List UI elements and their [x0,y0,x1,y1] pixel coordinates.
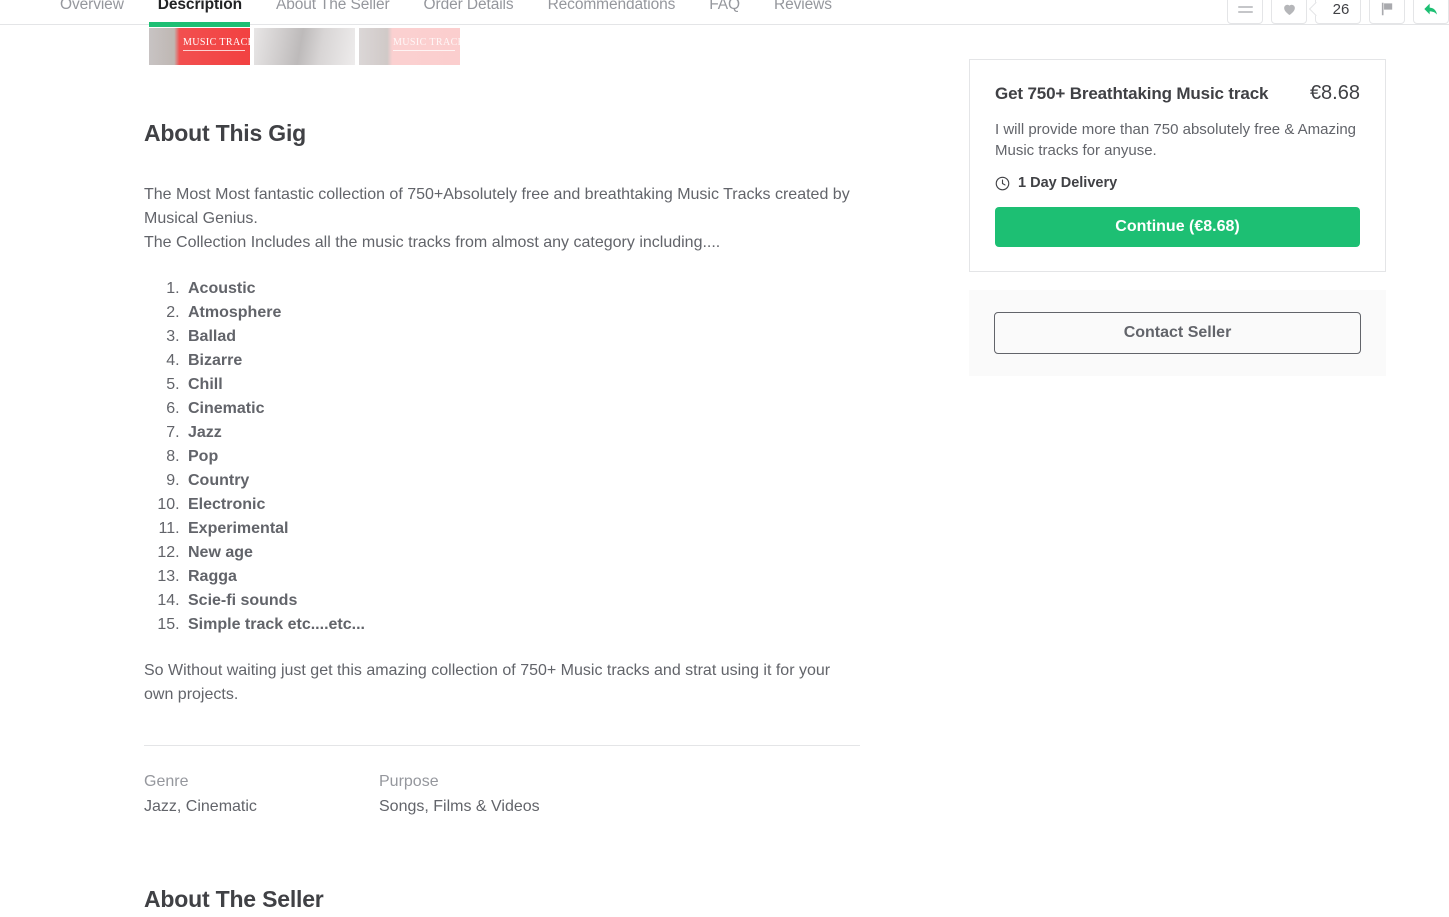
list-item: Pop [184,445,860,469]
menu-button[interactable] [1227,0,1263,24]
list-item: Ragga [184,565,860,589]
offer-description: I will provide more than 750 absolutely … [995,121,1357,159]
continue-button[interactable]: Continue (€8.68) [995,207,1360,247]
active-thumbnail-indicator [149,22,250,27]
list-item: Chill [184,373,860,397]
share-arrow-icon [1424,3,1437,15]
genre-list: Acoustic Atmosphere Ballad Bizarre Chill… [144,277,860,637]
list-item: Cinematic [184,397,860,421]
favorite-button[interactable] [1271,0,1307,24]
metadata-purpose: Purpose Songs, Films & Videos [379,770,614,819]
contact-seller-button[interactable]: Contact Seller [994,312,1361,354]
hamburger-menu-icon [1237,3,1253,16]
top-action-buttons: 26 [1227,0,1449,24]
list-item: Acoustic [184,277,860,301]
thumbnail-3[interactable]: Music Tracks [359,28,460,65]
purpose-value: Songs, Films & Videos [379,798,540,815]
genre-value: Jazz, Cinematic [144,798,257,815]
list-item: Country [184,469,860,493]
purchase-sidebar: Get 750+ Breathtaking Music track €8.68 … [969,59,1386,376]
purpose-label: Purpose [379,773,439,790]
about-the-seller-heading: About The Seller [144,886,324,912]
list-item: New age [184,541,860,565]
gig-description-section: About This Gig The Most Most fantastic c… [144,120,860,819]
list-item: Experimental [184,517,860,541]
list-item: Scie-fi sounds [184,589,860,613]
heart-icon [1283,4,1295,15]
delivery-time-text: 1 Day Delivery [1018,175,1118,191]
page-title: About This Gig [144,120,307,146]
description-intro-line-2: The Collection Includes all the music tr… [144,234,721,251]
list-item: Electronic [184,493,860,517]
tab-faq[interactable]: FAQ [692,0,757,16]
tab-recommendations[interactable]: Recommendations [531,0,693,16]
thumbnail-1[interactable]: Music Tracks [149,28,250,65]
tab-about-the-seller[interactable]: About The Seller [259,0,407,16]
tab-reviews[interactable]: Reviews [757,0,849,16]
thumbnail-1-label: Music Tracks [183,37,250,48]
contact-seller-card: Contact Seller [969,290,1386,376]
offer-header: Get 750+ Breathtaking Music track €8.68 [995,82,1360,105]
offer-card: Get 750+ Breathtaking Music track €8.68 … [969,59,1386,272]
list-item: Jazz [184,421,860,445]
flag-icon [1381,2,1392,16]
tab-overview[interactable]: Overview [60,0,141,16]
delivery-time-row: 1 Day Delivery [995,175,1360,191]
clock-icon [995,176,1010,190]
description-closing-paragraph: So Without waiting just get this amazing… [144,662,831,703]
share-button[interactable] [1413,0,1449,24]
list-item: Bizarre [184,349,860,373]
offer-title: Get 750+ Breathtaking Music track [995,84,1269,103]
list-item: Ballad [184,325,860,349]
description-intro-line-1: The Most Most fantastic collection of 75… [144,186,850,227]
metadata-genre: Genre Jazz, Cinematic [144,770,379,819]
tab-order-details[interactable]: Order Details [407,0,531,16]
list-item: Simple track etc....etc... [184,613,860,637]
thumbnail-2[interactable] [254,28,355,65]
list-item: Atmosphere [184,301,860,325]
thumbnail-3-label: Music Tracks [393,37,460,48]
genre-label: Genre [144,773,189,790]
favorite-count-badge[interactable]: 26 [1315,0,1361,24]
gig-metadata: Genre Jazz, Cinematic Purpose Songs, Fil… [144,770,860,819]
section-divider [144,745,860,746]
favorite-count-value: 26 [1332,0,1350,18]
tab-description[interactable]: Description [141,0,259,16]
gig-gallery-thumbnails: Music Tracks Music Tracks [149,28,460,65]
thumbnail-1-rule [183,50,245,51]
report-button[interactable] [1369,0,1405,24]
offer-price: €8.68 [1309,82,1360,104]
thumbnail-3-rule [393,50,455,51]
